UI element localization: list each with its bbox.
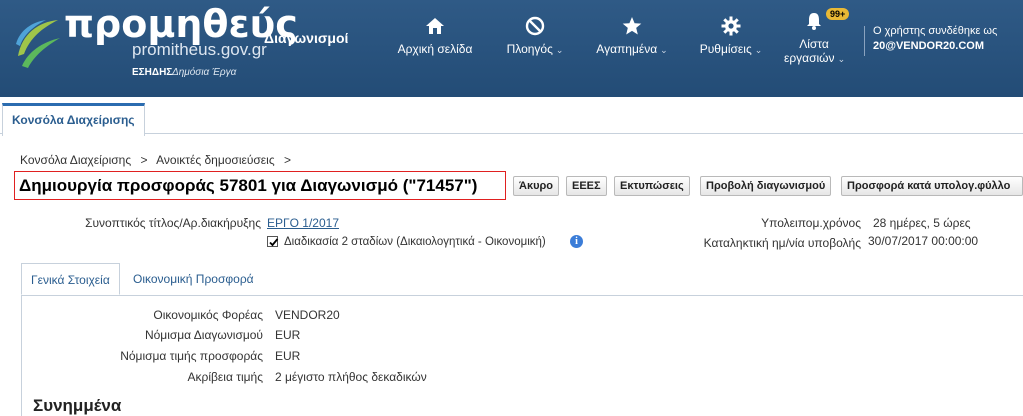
- star-icon: [622, 17, 642, 35]
- logo-domain: promitheus.gov.gr: [132, 40, 267, 59]
- tab-general[interactable]: Γενικά Στοιχεία: [21, 263, 120, 295]
- cancel-button[interactable]: Άκυρο: [513, 176, 560, 196]
- nav-home-label: Αρχική σελίδα: [397, 42, 473, 56]
- breadcrumb-item-open-publications[interactable]: Ανοικτές δημοσιεύσεις: [156, 153, 274, 167]
- app-name: Διαγωνισμοί: [264, 30, 349, 46]
- logo-subtitle: Δημόσια Έργα: [172, 67, 237, 78]
- nav-favorites-label: Αγαπημένα: [596, 42, 658, 56]
- nav-navigator-label: Πλοηγός: [506, 42, 553, 56]
- tab-console[interactable]: Κονσόλα Διαχείρισης: [2, 103, 145, 136]
- promitheus-logo-icon: [16, 20, 60, 68]
- notification-badge: 99+: [826, 8, 850, 20]
- bell-icon: [807, 13, 821, 30]
- logo-org: ΕΣΗΔΗΣ: [132, 67, 173, 78]
- offer-currency-value: EUR: [275, 349, 301, 363]
- economic-operator-label: Οικονομικός Φορέας: [153, 308, 263, 322]
- detail-tabs: Γενικά Στοιχεία Οικονομική Προσφορά: [21, 263, 1023, 296]
- page-title: Δημιουργία προσφοράς 57801 για Διαγωνισμ…: [14, 171, 506, 200]
- prints-button[interactable]: Εκτυπώσεις: [614, 176, 690, 196]
- chevron-down-icon: ⌄: [555, 45, 564, 55]
- two-stage-checkbox[interactable]: [267, 236, 279, 247]
- title-label: Συνοπτικός τίτλος/Αρ.διακήρυξης: [85, 216, 261, 230]
- breadcrumb-separator: >: [283, 153, 291, 167]
- nav-settings[interactable]: Ρυθμίσεις ⌄: [698, 16, 764, 56]
- deadline-label: Καταληκτική ημ/νία υποβολής: [703, 236, 861, 250]
- two-stage-label: Διαδικασία 2 σταδίων (Δικαιολογητικά - Ο…: [284, 236, 546, 248]
- user-name: 20@VENDOR20.COM: [873, 40, 984, 52]
- price-precision-value: 2 μέγιστο πλήθος δεκαδικών: [275, 370, 427, 384]
- chevron-down-icon: ⌄: [754, 45, 763, 55]
- console-tab-strip: Κονσόλα Διαχείρισης: [0, 97, 1023, 136]
- checkmark-icon: [269, 238, 279, 247]
- offer-currency-label: Νόμισμα τιμής προσφοράς: [120, 349, 263, 363]
- remaining-time-label: Υπολειπομ.χρόνος: [761, 216, 861, 230]
- gear-icon: [721, 16, 741, 36]
- eees-button[interactable]: ΕΕΕΣ: [566, 176, 607, 196]
- breadcrumb: Κονσόλα Διαχείρισης > Ανοικτές δημοσιεύσ…: [20, 153, 297, 167]
- panel-border: [21, 295, 22, 416]
- attachments-section-title: Συνημμένα: [33, 396, 122, 415]
- nav-task-list-label-line1: Λίστα: [799, 37, 829, 51]
- tab-financial-offer[interactable]: Οικονομική Προσφορά: [124, 263, 263, 295]
- top-header: προμηθεύς promitheus.gov.gr ΕΣΗΔΗΣ Δημόσ…: [0, 0, 1023, 97]
- user-info: Ο χρήστης συνδέθηκε ως 20@VENDOR20.COM: [864, 24, 998, 56]
- no-entry-icon: [525, 16, 545, 36]
- chevron-down-icon: ⌄: [837, 54, 846, 64]
- nav-favorites[interactable]: Αγαπημένα ⌄: [594, 16, 670, 56]
- economic-operator-value: VENDOR20: [275, 308, 340, 322]
- chevron-down-icon: ⌄: [660, 45, 668, 55]
- view-tender-button[interactable]: Προβολή διαγωνισμού: [700, 176, 832, 196]
- nav-settings-label: Ρυθμίσεις: [699, 42, 752, 56]
- tender-currency-label: Νόμισμα Διαγωνισμού: [144, 328, 263, 342]
- deadline-value: 30/07/2017 00:00:00: [868, 234, 979, 248]
- title-link[interactable]: ΕΡΓΟ 1/2017: [267, 216, 339, 230]
- breadcrumb-item-console[interactable]: Κονσόλα Διαχείρισης: [20, 153, 131, 167]
- remaining-time-value: 28 ημέρες, 5 ώρες: [873, 216, 971, 230]
- offer-by-sheet-button[interactable]: Προσφορά κατά υπολογ.φύλλο: [841, 176, 1023, 196]
- price-precision-label: Ακρίβεια τιμής: [187, 370, 263, 384]
- home-icon: [426, 18, 444, 34]
- info-icon[interactable]: i: [570, 235, 583, 248]
- nav-home[interactable]: Αρχική σελίδα: [397, 16, 473, 56]
- nav-task-list-label-line2: εργασιών: [784, 51, 835, 65]
- user-prefix: Ο χρήστης συνδέθηκε ως: [873, 25, 998, 37]
- tender-currency-value: EUR: [275, 328, 301, 342]
- header-divider: [864, 26, 865, 56]
- nav-navigator[interactable]: Πλοηγός ⌄: [505, 16, 565, 56]
- breadcrumb-separator: >: [140, 153, 148, 167]
